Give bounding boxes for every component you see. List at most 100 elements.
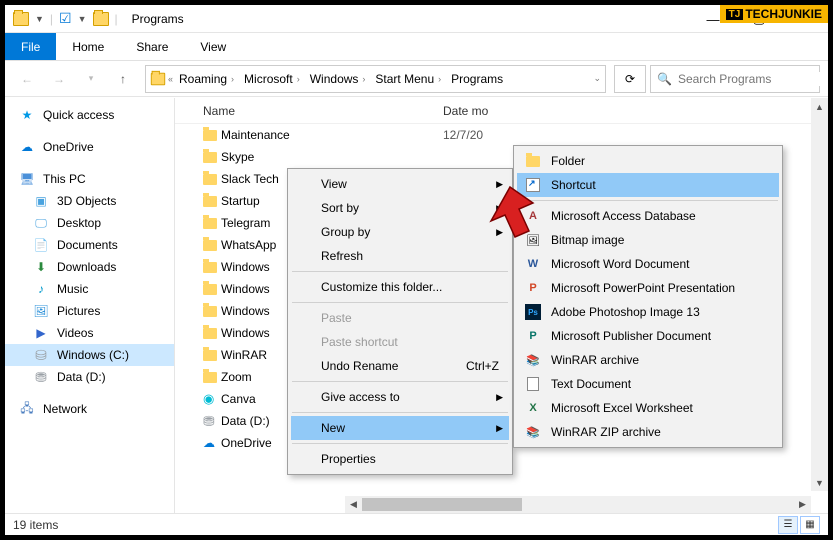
- breadcrumb-seg[interactable]: Windows›: [306, 72, 370, 86]
- file-icon: ☁: [203, 436, 221, 450]
- vertical-scrollbar[interactable]: ▲ ▼: [811, 98, 828, 491]
- sidebar-this-pc[interactable]: 🖥This PC: [5, 168, 174, 190]
- scroll-left-button[interactable]: ◀: [345, 496, 362, 513]
- sidebar-videos[interactable]: ▶Videos: [5, 322, 174, 344]
- sidebar-onedrive[interactable]: ☁OneDrive: [5, 136, 174, 158]
- ctx-customize[interactable]: Customize this folder...: [291, 275, 509, 299]
- new-word-doc[interactable]: WMicrosoft Word Document: [517, 252, 779, 276]
- view-icons-button[interactable]: ▦: [800, 516, 820, 534]
- new-access-db[interactable]: AMicrosoft Access Database: [517, 204, 779, 228]
- ribbon-tab-file[interactable]: File: [5, 33, 56, 60]
- excel-icon: X: [525, 400, 541, 416]
- nav-forward-button[interactable]: →: [45, 65, 73, 93]
- ctx-group-by[interactable]: Group by▶: [291, 220, 509, 244]
- scroll-right-button[interactable]: ▶: [794, 496, 811, 513]
- ctx-paste: Paste: [291, 306, 509, 330]
- item-count: 19 items: [13, 518, 58, 532]
- status-bar: 19 items ☰ ▦: [5, 513, 828, 535]
- breadcrumb-seg[interactable]: Microsoft›: [240, 72, 304, 86]
- text-icon: [525, 376, 541, 392]
- refresh-button[interactable]: ⟳: [614, 65, 646, 93]
- nav-recent-button[interactable]: ▾: [77, 65, 105, 93]
- window-title: Programs: [132, 12, 184, 26]
- new-folder[interactable]: Folder: [517, 149, 779, 173]
- new-psd[interactable]: PsAdobe Photoshop Image 13: [517, 300, 779, 324]
- new-ppt[interactable]: PMicrosoft PowerPoint Presentation: [517, 276, 779, 300]
- new-zip[interactable]: 📚WinRAR ZIP archive: [517, 420, 779, 444]
- new-rar[interactable]: 📚WinRAR archive: [517, 348, 779, 372]
- scroll-down-button[interactable]: ▼: [811, 474, 828, 491]
- ctx-refresh[interactable]: Refresh: [291, 244, 509, 268]
- photoshop-icon: Ps: [525, 304, 541, 320]
- qat-dropdown-2[interactable]: ▼: [78, 14, 87, 24]
- ctx-properties[interactable]: Properties: [291, 447, 509, 471]
- breadcrumb-seg[interactable]: Start Menu›: [371, 72, 445, 86]
- file-icon: [203, 130, 221, 141]
- new-bitmap[interactable]: 🖼Bitmap image: [517, 228, 779, 252]
- horizontal-scrollbar[interactable]: ◀ ▶: [345, 496, 811, 513]
- file-icon: [203, 174, 221, 185]
- sidebar-documents[interactable]: 📄Documents: [5, 234, 174, 256]
- nav-row: ← → ▾ ↑ « Roaming› Microsoft› Windows› S…: [5, 61, 828, 97]
- sidebar-c-drive[interactable]: ⛁Windows (C:): [5, 344, 174, 366]
- search-box[interactable]: 🔍: [650, 65, 820, 93]
- column-name[interactable]: Name: [203, 104, 443, 118]
- word-icon: W: [525, 256, 541, 272]
- folder-icon: [525, 153, 541, 169]
- shortcut-icon: [525, 177, 541, 193]
- ctx-undo-rename[interactable]: Undo RenameCtrl+Z: [291, 354, 509, 378]
- context-menu: View▶ Sort by▶ Group by▶ Refresh Customi…: [287, 168, 513, 475]
- cube-icon: ▣: [33, 193, 49, 209]
- view-details-button[interactable]: ☰: [778, 516, 798, 534]
- new-text[interactable]: Text Document: [517, 372, 779, 396]
- ctx-new[interactable]: New▶: [291, 416, 509, 440]
- breadcrumb[interactable]: « Roaming› Microsoft› Windows› Start Men…: [145, 65, 606, 93]
- sidebar-quick-access[interactable]: ★Quick access: [5, 104, 174, 126]
- nav-up-button[interactable]: ↑: [109, 65, 137, 93]
- sidebar-downloads[interactable]: ⬇Downloads: [5, 256, 174, 278]
- folder-icon: [93, 12, 109, 26]
- column-date[interactable]: Date mo: [443, 104, 488, 118]
- file-icon: [203, 372, 221, 383]
- sidebar-music[interactable]: ♪Music: [5, 278, 174, 300]
- bitmap-icon: 🖼: [525, 232, 541, 248]
- document-icon: 📄: [33, 237, 49, 253]
- zip-icon: 📚: [525, 424, 541, 440]
- context-submenu-new: Folder Shortcut AMicrosoft Access Databa…: [513, 145, 783, 448]
- folder-icon: [151, 72, 165, 85]
- file-icon: [203, 284, 221, 295]
- sidebar-3d-objects[interactable]: ▣3D Objects: [5, 190, 174, 212]
- new-publisher[interactable]: PMicrosoft Publisher Document: [517, 324, 779, 348]
- file-icon: [203, 350, 221, 361]
- breadcrumb-seg[interactable]: Programs: [447, 72, 507, 86]
- scroll-up-button[interactable]: ▲: [811, 98, 828, 115]
- nav-back-button[interactable]: ←: [13, 65, 41, 93]
- ribbon-tab-view[interactable]: View: [184, 33, 242, 60]
- new-shortcut[interactable]: Shortcut: [517, 173, 779, 197]
- download-icon: ⬇: [33, 259, 49, 275]
- file-name: Skype: [221, 150, 443, 164]
- sidebar-pictures[interactable]: 🖼Pictures: [5, 300, 174, 322]
- ctx-view[interactable]: View▶: [291, 172, 509, 196]
- powerpoint-icon: P: [525, 280, 541, 296]
- file-icon: [203, 306, 221, 317]
- breadcrumb-seg[interactable]: Roaming›: [175, 72, 238, 86]
- file-icon: [203, 218, 221, 229]
- new-excel[interactable]: XMicrosoft Excel Worksheet: [517, 396, 779, 420]
- ctx-sort-by[interactable]: Sort by▶: [291, 196, 509, 220]
- ctx-paste-shortcut: Paste shortcut: [291, 330, 509, 354]
- sidebar-network[interactable]: 🖧Network: [5, 398, 174, 420]
- sidebar-desktop[interactable]: 🖵Desktop: [5, 212, 174, 234]
- breadcrumb-dropdown[interactable]: ⌄: [593, 73, 601, 84]
- file-row[interactable]: Maintenance12/7/20: [175, 124, 828, 146]
- sidebar-d-drive[interactable]: ⛃Data (D:): [5, 366, 174, 388]
- ribbon-tab-home[interactable]: Home: [56, 33, 120, 60]
- qat-check-icon[interactable]: ☑: [59, 10, 72, 27]
- ribbon-tab-share[interactable]: Share: [120, 33, 184, 60]
- file-icon: ⛃: [203, 413, 221, 430]
- ctx-give-access[interactable]: Give access to▶: [291, 385, 509, 409]
- column-headers[interactable]: Name Date mo: [175, 98, 828, 124]
- file-icon: [203, 196, 221, 207]
- search-input[interactable]: [678, 72, 828, 86]
- qat-dropdown[interactable]: ▼: [35, 14, 44, 24]
